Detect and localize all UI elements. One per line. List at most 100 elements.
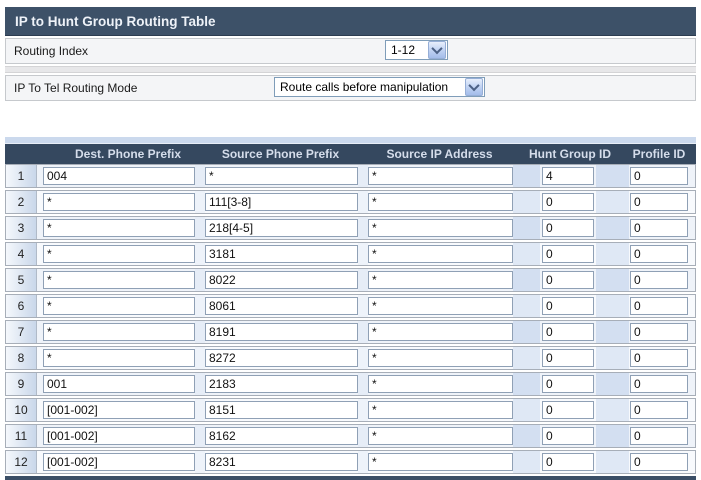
source-ip-address-input[interactable]	[368, 219, 513, 237]
routing-mode-row: IP To Tel Routing Mode Route calls befor…	[5, 75, 696, 101]
hunt-group-id-input[interactable]	[542, 375, 594, 393]
chevron-down-icon[interactable]	[465, 78, 483, 96]
routing-table: Dest. Phone Prefix Source Phone Prefix S…	[5, 137, 696, 480]
routing-mode-label: IP To Tel Routing Mode	[14, 81, 138, 95]
source-phone-prefix-input[interactable]	[205, 375, 358, 393]
profile-id-input[interactable]	[630, 167, 688, 185]
table-top-strip	[5, 137, 696, 144]
row-index: 10	[6, 399, 37, 421]
profile-id-input[interactable]	[630, 349, 688, 367]
hunt-group-id-input[interactable]	[542, 245, 594, 263]
source-ip-address-input[interactable]	[368, 427, 513, 445]
source-ip-address-input[interactable]	[368, 375, 513, 393]
dest-phone-prefix-input[interactable]	[43, 271, 195, 289]
table-row: 7	[5, 320, 696, 344]
routing-index-value: 1-12	[391, 43, 416, 57]
profile-id-input[interactable]	[630, 375, 688, 393]
row-index: 1	[6, 165, 37, 187]
source-phone-prefix-input[interactable]	[205, 297, 358, 315]
source-ip-address-input[interactable]	[368, 297, 513, 315]
row-index: 9	[6, 373, 37, 395]
source-ip-address-input[interactable]	[368, 349, 513, 367]
page-title: IP to Hunt Group Routing Table	[5, 7, 696, 36]
source-ip-address-input[interactable]	[368, 453, 513, 471]
dest-phone-prefix-input[interactable]	[43, 375, 195, 393]
dest-phone-prefix-input[interactable]	[43, 427, 195, 445]
dest-phone-prefix-input[interactable]	[43, 349, 195, 367]
source-ip-address-input[interactable]	[368, 271, 513, 289]
source-phone-prefix-input[interactable]	[205, 323, 358, 341]
profile-id-input[interactable]	[630, 193, 688, 211]
dest-phone-prefix-input[interactable]	[43, 401, 195, 419]
hunt-group-id-input[interactable]	[542, 193, 594, 211]
hunt-group-id-input[interactable]	[542, 271, 594, 289]
dest-phone-prefix-input[interactable]	[43, 219, 195, 237]
row-index: 11	[6, 425, 37, 447]
dest-phone-prefix-input[interactable]	[43, 245, 195, 263]
row-index: 7	[6, 321, 37, 343]
hunt-group-id-input[interactable]	[542, 323, 594, 341]
source-phone-prefix-input[interactable]	[205, 271, 358, 289]
chevron-down-icon[interactable]	[428, 41, 446, 59]
table-row: 11	[5, 424, 696, 448]
routing-mode-select[interactable]: Route calls before manipulation	[274, 77, 485, 97]
config-page: IP to Hunt Group Routing Table Routing I…	[5, 7, 696, 480]
source-phone-prefix-input[interactable]	[205, 193, 358, 211]
divider	[5, 66, 696, 73]
table-row: 1	[5, 164, 696, 188]
source-ip-address-input[interactable]	[368, 193, 513, 211]
source-ip-address-input[interactable]	[368, 167, 513, 185]
dest-phone-prefix-input[interactable]	[43, 453, 195, 471]
profile-id-input[interactable]	[630, 323, 688, 341]
dest-phone-prefix-input[interactable]	[43, 297, 195, 315]
header-profile-id: Profile ID	[632, 147, 686, 161]
source-phone-prefix-input[interactable]	[205, 427, 358, 445]
routing-index-select[interactable]: 1-12	[385, 40, 448, 60]
profile-id-input[interactable]	[630, 297, 688, 315]
source-phone-prefix-input[interactable]	[205, 219, 358, 237]
table-row: 4	[5, 242, 696, 266]
table-row: 8	[5, 346, 696, 370]
row-index: 8	[6, 347, 37, 369]
row-index: 3	[6, 217, 37, 239]
hunt-group-id-input[interactable]	[542, 219, 594, 237]
hunt-group-id-input[interactable]	[542, 297, 594, 315]
hunt-group-id-input[interactable]	[542, 401, 594, 419]
header-source-phone-prefix: Source Phone Prefix	[221, 147, 340, 161]
source-phone-prefix-input[interactable]	[205, 453, 358, 471]
profile-id-input[interactable]	[630, 219, 688, 237]
routing-index-row: Routing Index 1-12	[5, 38, 696, 64]
row-index: 4	[6, 243, 37, 265]
header-source-ip-address: Source IP Address	[386, 147, 493, 161]
source-ip-address-input[interactable]	[368, 401, 513, 419]
profile-id-input[interactable]	[630, 271, 688, 289]
dest-phone-prefix-input[interactable]	[43, 323, 195, 341]
dest-phone-prefix-input[interactable]	[43, 167, 195, 185]
table-row: 12	[5, 450, 696, 474]
hunt-group-id-input[interactable]	[542, 349, 594, 367]
source-ip-address-input[interactable]	[368, 323, 513, 341]
table-row: 3	[5, 216, 696, 240]
profile-id-input[interactable]	[630, 427, 688, 445]
source-phone-prefix-input[interactable]	[205, 349, 358, 367]
profile-id-input[interactable]	[630, 453, 688, 471]
table-header-row: Dest. Phone Prefix Source Phone Prefix S…	[5, 144, 696, 164]
profile-id-input[interactable]	[630, 245, 688, 263]
source-phone-prefix-input[interactable]	[205, 167, 358, 185]
routing-index-label: Routing Index	[14, 44, 89, 58]
source-phone-prefix-input[interactable]	[205, 245, 358, 263]
hunt-group-id-input[interactable]	[542, 453, 594, 471]
hunt-group-id-input[interactable]	[542, 427, 594, 445]
table-row: 9	[5, 372, 696, 396]
profile-id-input[interactable]	[630, 401, 688, 419]
source-ip-address-input[interactable]	[368, 245, 513, 263]
dest-phone-prefix-input[interactable]	[43, 193, 195, 211]
table-bottom-bar	[5, 476, 696, 480]
row-index: 5	[6, 269, 37, 291]
table-row: 5	[5, 268, 696, 292]
source-phone-prefix-input[interactable]	[205, 401, 358, 419]
row-index: 12	[6, 451, 37, 473]
hunt-group-id-input[interactable]	[542, 167, 594, 185]
row-index: 6	[6, 295, 37, 317]
table-row: 2	[5, 190, 696, 214]
